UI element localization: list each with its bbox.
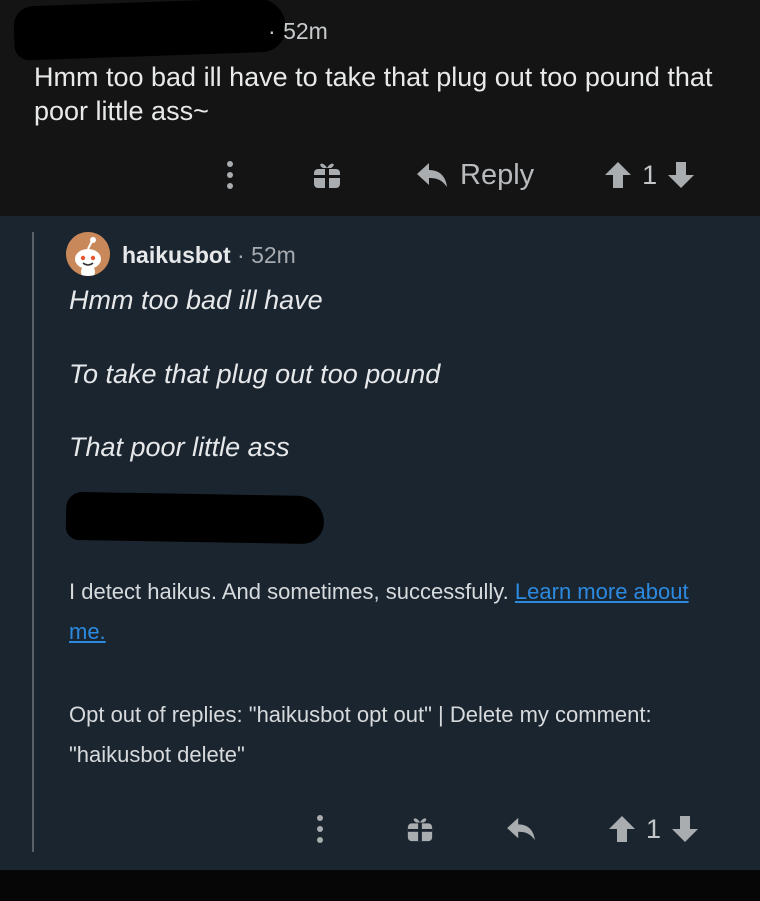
gift-icon[interactable] xyxy=(312,160,342,190)
bottom-bar xyxy=(0,870,760,901)
haiku-line-2: To take that plug out too pound xyxy=(69,359,441,389)
bot-description-text: I detect haikus. And sometimes, successf… xyxy=(69,579,509,604)
more-vertical-icon[interactable] xyxy=(308,809,332,849)
vote-score: 1 xyxy=(642,159,658,190)
haiku-line-3: That poor little ass xyxy=(69,432,290,462)
parent-comment-body: Hmm too bad ill have to take that plug o… xyxy=(34,62,713,126)
parent-comment-meta: · 52m xyxy=(268,18,328,45)
more-vertical-icon[interactable] xyxy=(218,155,242,195)
reply-arrow-icon xyxy=(416,162,448,188)
redacted-username xyxy=(13,0,287,61)
arrow-up-icon[interactable] xyxy=(608,815,636,843)
reply-label: Reply xyxy=(460,158,535,191)
arrow-up-icon[interactable] xyxy=(604,161,632,189)
reply-button[interactable]: Reply xyxy=(416,159,534,192)
parent-comment: · 52m Hmm too bad ill have to take that … xyxy=(0,0,760,216)
reply-time: 52m xyxy=(251,242,296,268)
haiku-line-1: Hmm too bad ill have xyxy=(69,285,323,315)
parent-action-bar: Reply 1 xyxy=(218,150,695,200)
reply-action-bar: 1 xyxy=(308,806,699,852)
reply-meta: haikusbot · 52m xyxy=(122,242,296,269)
redacted-text xyxy=(65,491,325,545)
separator-dot: · xyxy=(268,18,277,44)
separator-dot: · xyxy=(237,242,245,268)
author-name[interactable]: haikusbot xyxy=(122,242,231,268)
bot-description: I detect haikus. And sometimes, successf… xyxy=(69,572,729,652)
thread-line[interactable] xyxy=(32,232,34,852)
avatar[interactable] xyxy=(66,232,110,276)
arrow-down-icon[interactable] xyxy=(671,815,699,843)
parent-comment-time: 52m xyxy=(283,18,328,44)
opt-out-text: Opt out of replies: "haikusbot opt out" … xyxy=(69,702,652,767)
vote-score: 1 xyxy=(646,813,662,844)
gift-icon[interactable] xyxy=(406,815,434,843)
arrow-down-icon[interactable] xyxy=(667,161,695,189)
reply-arrow-icon[interactable] xyxy=(506,817,536,841)
